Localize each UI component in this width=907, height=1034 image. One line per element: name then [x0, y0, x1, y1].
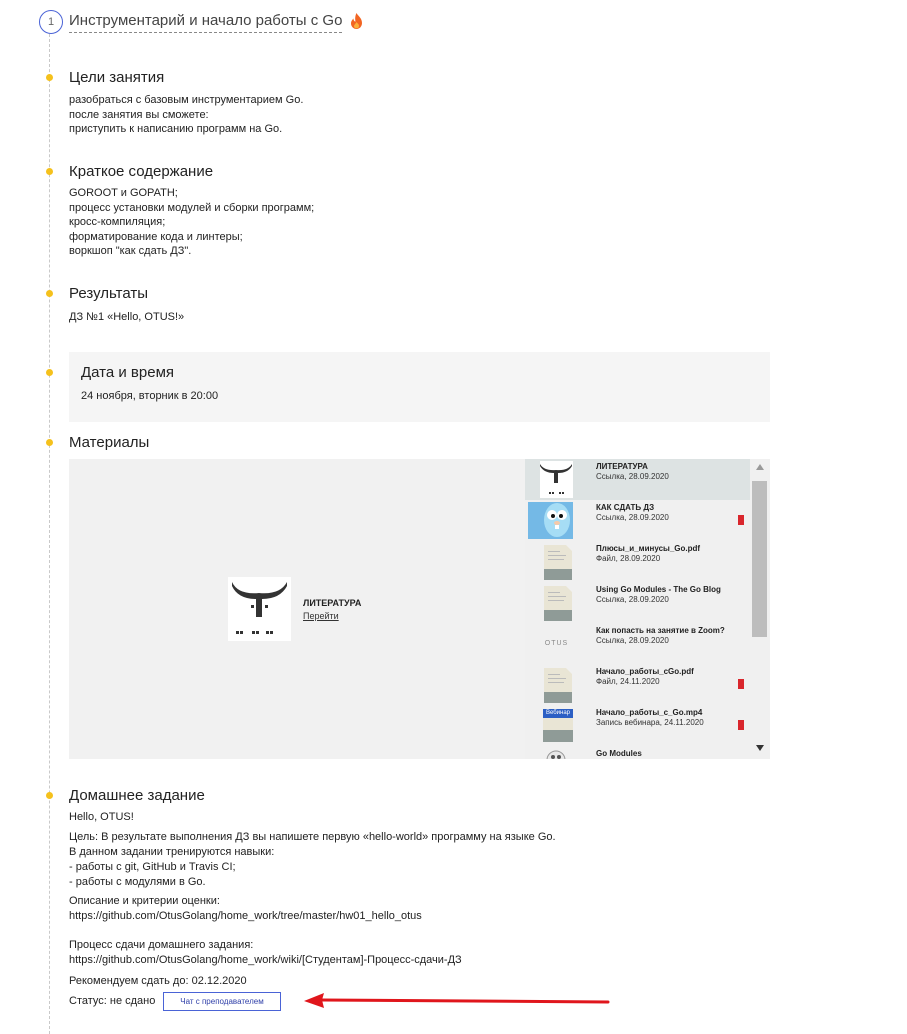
homework-process-line: Процесс сдачи домашнего задания: — [69, 939, 254, 951]
materials-title: Материалы — [69, 434, 150, 451]
file-icon — [544, 545, 572, 580]
summary-title: Краткое содержание — [69, 163, 214, 180]
material-name: Начало_работы_с_Go.mp4 — [596, 708, 703, 717]
summary-text: GOROOT и GOPATH; процесс установки модул… — [69, 186, 314, 259]
homework-goal-line: - работы с git, GitHub и Travis CI; — [69, 861, 236, 873]
otus-text-icon: OTUS — [544, 640, 569, 647]
file-icon — [544, 668, 572, 703]
file-icon — [544, 586, 572, 621]
datetime-title: Дата и время — [81, 364, 175, 381]
summary-line: GOROOT и GOPATH; — [69, 187, 178, 199]
homework-name: Hello, OTUS! — [69, 810, 134, 825]
material-name: Go Modules — [596, 749, 642, 758]
preview-title: ЛИТЕРАТУРА — [303, 598, 362, 608]
goals-text: разобраться с базовым инструментарием Go… — [69, 93, 303, 137]
results-line: ДЗ №1 «Hello, OTUS!» — [69, 311, 185, 323]
material-name: Плюсы_и_минусы_Go.pdf — [596, 544, 701, 553]
material-name: Как попасть на занятие в Zoom? — [596, 626, 725, 635]
homework-title: Домашнее задание — [69, 787, 205, 804]
material-name: КАК СДАТЬ ДЗ — [596, 503, 655, 512]
material-name: Начало_работы_cGo.pdf — [596, 667, 694, 676]
datetime-box: Дата и время 24 ноября, вторник в 20:00 — [69, 352, 770, 422]
homework-criteria-line: Описание и критерии оценки: — [69, 895, 220, 907]
material-preview: ЛИТЕРАТУРА Перейти — [69, 459, 525, 759]
otus-logo-icon — [540, 461, 573, 498]
material-item[interactable]: OTUS Как попасть на занятие в Zoom? Ссыл… — [525, 623, 750, 664]
material-item[interactable]: Using Go Modules - The Go Blog Ссылка, 2… — [525, 582, 750, 623]
homework-goal-line: - работы с модулями в Go. — [69, 876, 206, 888]
homework-process-link[interactable]: https://github.com/OtusGolang/home_work/… — [69, 953, 462, 968]
material-meta: Ссылка, 28.09.2020 — [596, 513, 669, 522]
material-meta: Ссылка, 28.09.2020 — [596, 636, 669, 645]
bookmark-icon[interactable] — [738, 679, 744, 689]
homework-process: Процесс сдачи домашнего задания: https:/… — [69, 938, 462, 968]
homework-goal-line: В данном задании тренируются навыки: — [69, 846, 275, 858]
material-item[interactable]: Плюсы_и_минусы_Go.pdf Файл, 28.09.2020 — [525, 541, 750, 582]
material-item[interactable]: Начало_работы_cGo.pdf Файл, 24.11.2020 — [525, 664, 750, 705]
goals-dot — [46, 74, 53, 81]
timeline-line — [49, 34, 50, 1034]
material-meta: Ссылка, 28.09.2020 — [596, 595, 669, 604]
scroll-down-arrow-icon[interactable] — [756, 745, 764, 751]
goals-line: после занятия вы сможете: — [69, 108, 209, 121]
goals-line: приступить к написанию программ на Go. — [69, 123, 283, 135]
material-item[interactable]: Вебинар Начало_работы_с_Go.mp4 Запись ве… — [525, 705, 750, 746]
chat-with-teacher-button[interactable]: Чат с преподавателем — [163, 992, 281, 1011]
webinar-thumb: Вебинар — [528, 707, 573, 744]
homework-goal: Цель: В результате выполнения ДЗ вы напи… — [69, 830, 556, 890]
otus-logo-icon — [228, 577, 291, 641]
lesson-number: 1 — [39, 10, 63, 34]
gopher-icon — [528, 502, 573, 539]
goals-title: Цели занятия — [69, 69, 165, 86]
homework-goal-line: Цель: В результате выполнения ДЗ вы напи… — [69, 831, 556, 843]
material-item[interactable]: КАК СДАТЬ ДЗ Ссылка, 28.09.2020 — [525, 500, 750, 541]
material-meta: Ссылка, 28.09.2020 — [596, 472, 669, 481]
homework-status: Статус: не сдано — [69, 995, 156, 1007]
summary-line: форматирование кода и линтеры; — [69, 230, 243, 243]
scroll-up-arrow-icon[interactable] — [756, 464, 764, 470]
material-meta: Файл, 28.09.2020 — [596, 554, 661, 563]
materials-panel: ЛИТЕРАТУРА Перейти ЛИТЕРАТУРА Ссылка, 28… — [69, 459, 770, 759]
results-title: Результаты — [69, 285, 148, 302]
material-name: Using Go Modules - The Go Blog — [596, 585, 721, 594]
webinar-label: Вебинар — [543, 709, 573, 718]
summary-line: кросс-компиляция; — [69, 216, 166, 228]
summary-line: воркшоп "как сдать ДЗ". — [69, 245, 192, 257]
datetime-value: 24 ноября, вторник в 20:00 — [81, 390, 219, 402]
gopher-icon — [546, 750, 566, 759]
materials-dot — [46, 439, 53, 446]
materials-scrollbar[interactable] — [750, 459, 770, 759]
material-meta: Файл, 24.11.2020 — [596, 677, 660, 686]
homework-name-text: Hello, OTUS! — [69, 811, 134, 823]
material-item[interactable]: ЛИТЕРАТУРА Ссылка, 28.09.2020 — [525, 459, 750, 500]
lesson-title[interactable]: Инструментарий и начало работы с Go — [69, 12, 343, 33]
material-item[interactable]: Go Modules — [525, 746, 750, 759]
datetime-dot — [46, 369, 53, 376]
summary-line: процесс установки модулей и сборки прогр… — [69, 201, 315, 214]
homework-deadline: Рекомендуем сдать до: 02.12.2020 — [69, 975, 247, 987]
bookmark-icon[interactable] — [738, 515, 744, 525]
homework-dot — [46, 792, 53, 799]
materials-list: ЛИТЕРАТУРА Ссылка, 28.09.2020 КАК СДАТЬ … — [525, 459, 750, 759]
scroll-thumb[interactable] — [752, 481, 767, 637]
results-dot — [46, 290, 53, 297]
material-meta: Запись вебинара, 24.11.2020 — [596, 718, 704, 727]
results-text: ДЗ №1 «Hello, OTUS!» — [69, 310, 184, 325]
material-name: ЛИТЕРАТУРА — [596, 462, 648, 471]
summary-dot — [46, 168, 53, 175]
fire-icon — [351, 13, 362, 29]
red-arrow-annotation — [304, 993, 610, 1008]
homework-criteria: Описание и критерии оценки: https://gith… — [69, 894, 422, 924]
bookmark-icon[interactable] — [738, 720, 744, 730]
goals-line: разобраться с базовым инструментарием Go… — [69, 94, 304, 106]
preview-open-link[interactable]: Перейти — [303, 611, 339, 621]
homework-criteria-link[interactable]: https://github.com/OtusGolang/home_work/… — [69, 909, 422, 924]
